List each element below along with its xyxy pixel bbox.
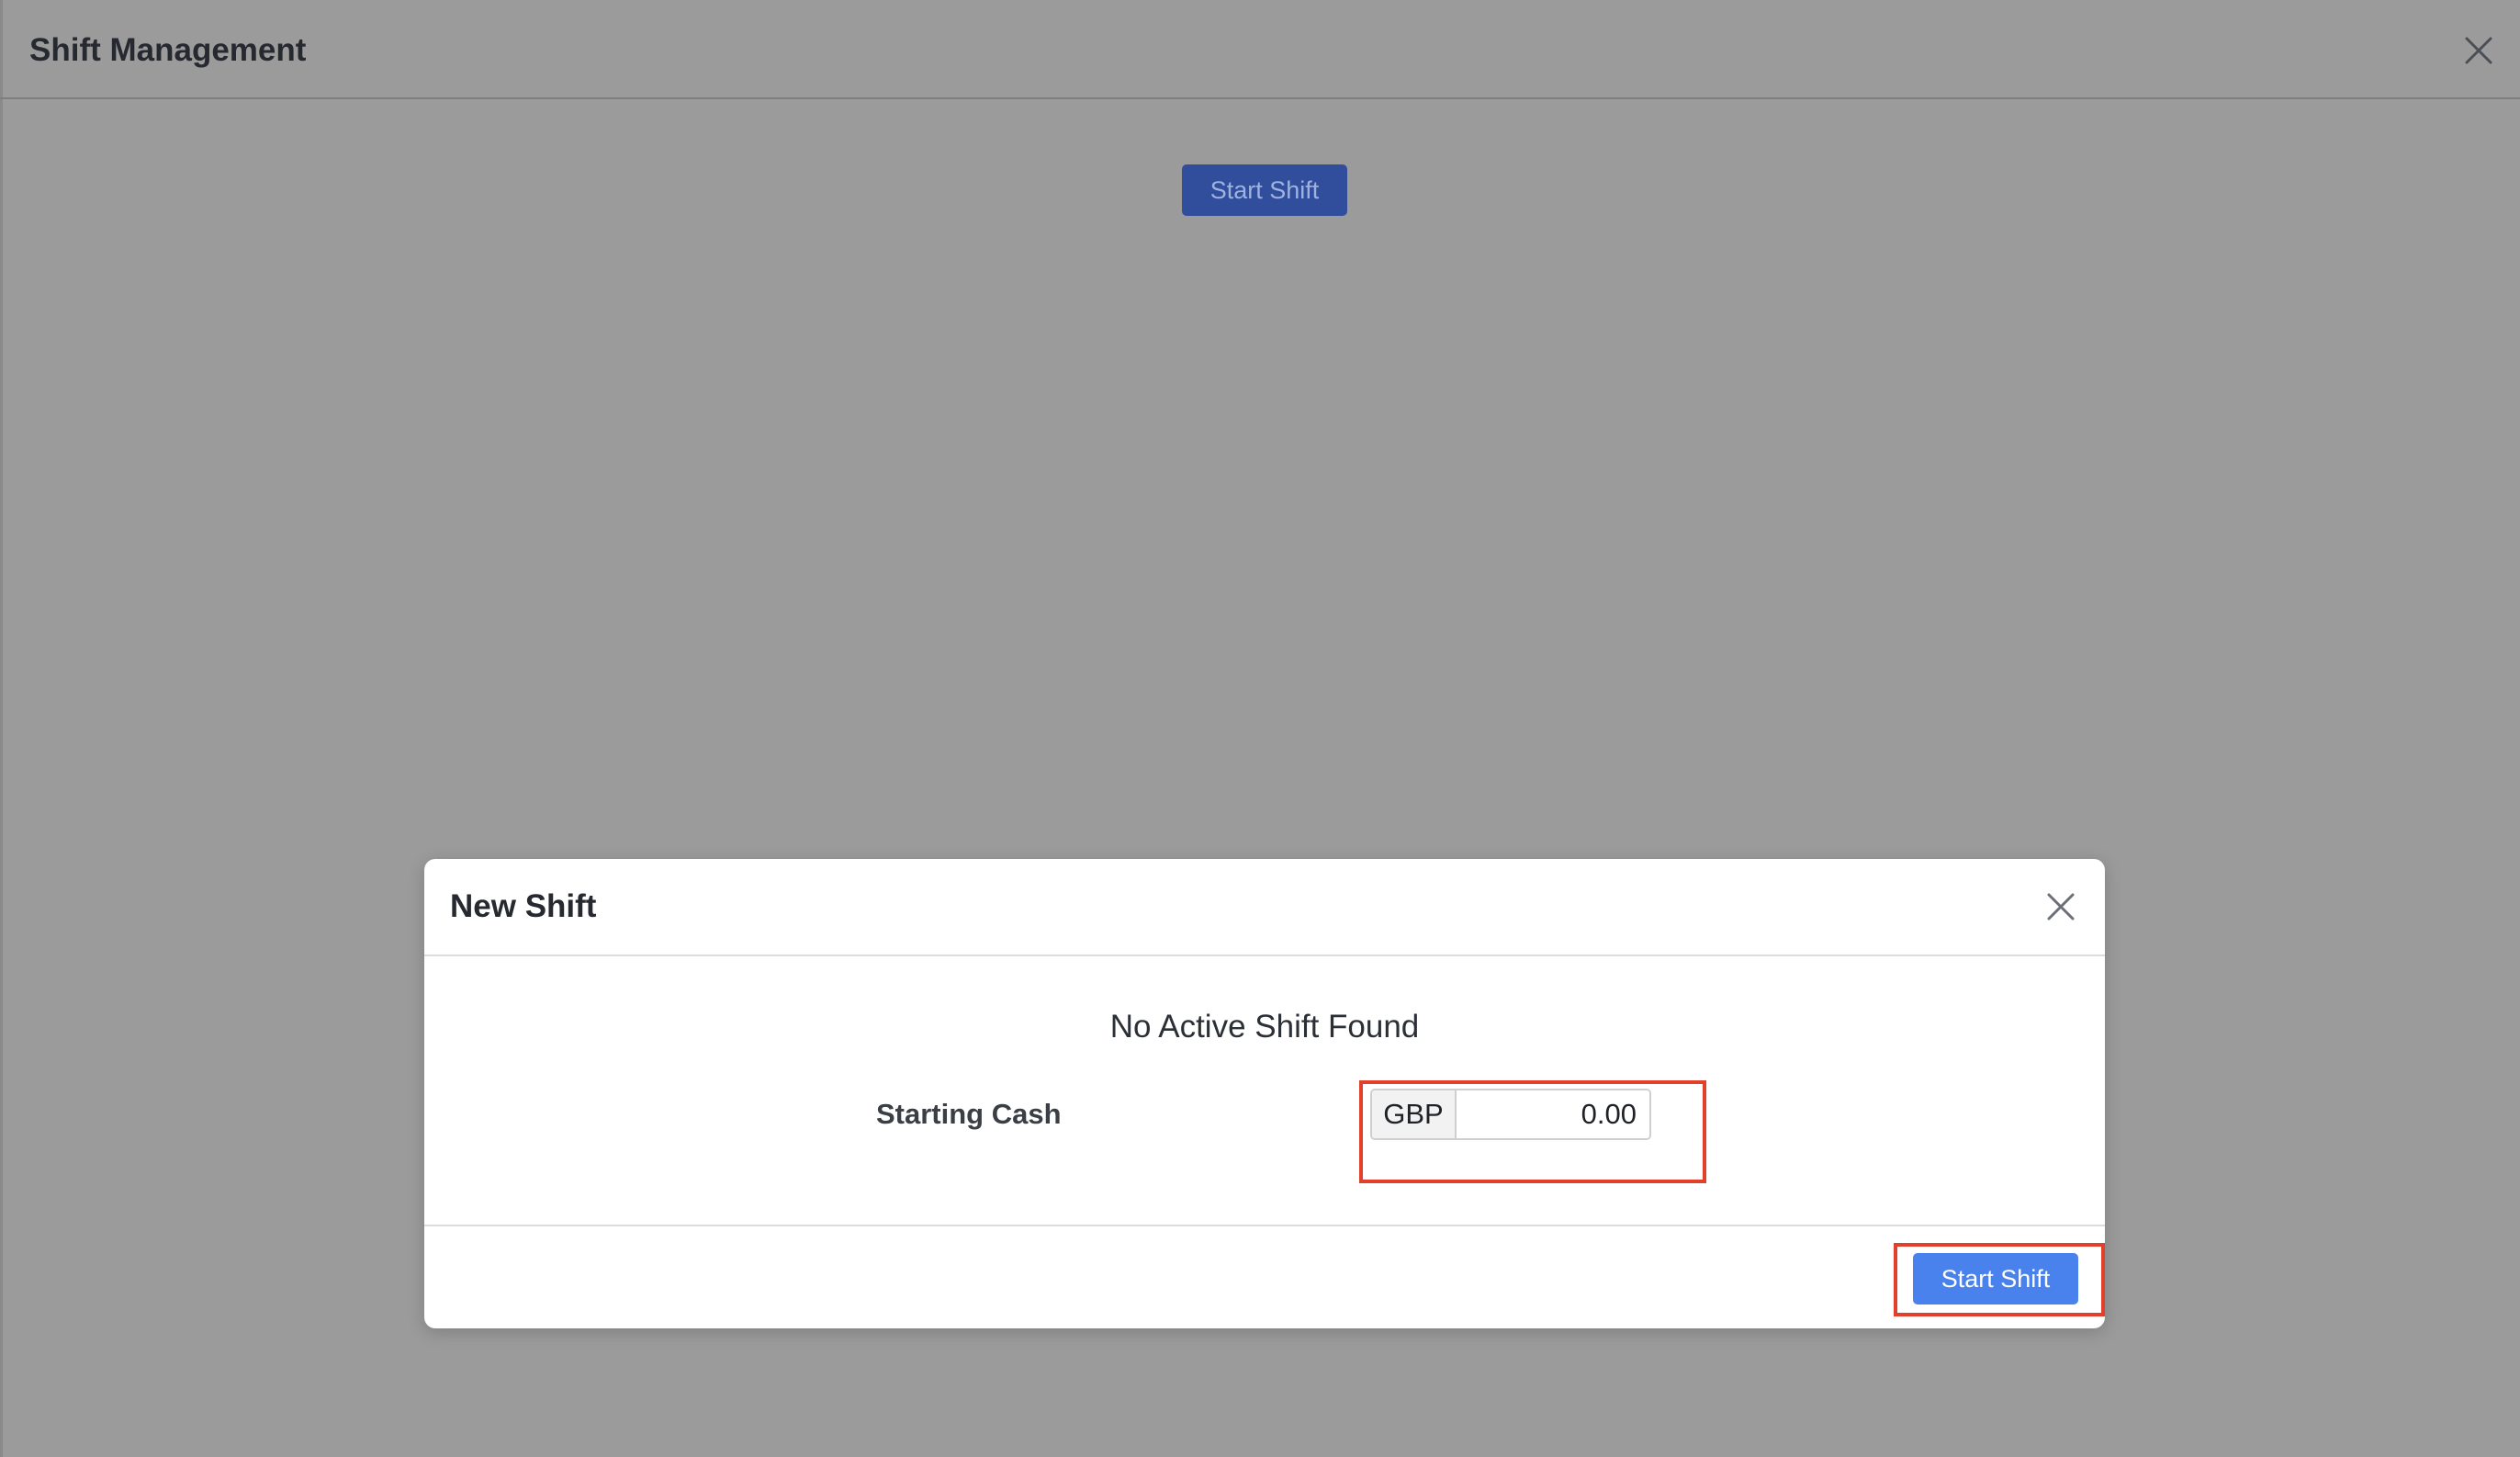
close-icon[interactable] [2044,890,2077,923]
modal-header: New Shift [424,859,2105,956]
start-shift-button[interactable]: Start Shift [1913,1253,2078,1305]
modal-body: No Active Shift Found Starting Cash GBP [424,956,2105,1183]
starting-cash-input-group: GBP [1370,1089,1651,1140]
left-edge-divider [0,0,3,1457]
modal-title: New Shift [450,888,597,924]
currency-addon: GBP [1372,1090,1457,1138]
starting-cash-input[interactable] [1457,1090,1649,1138]
starting-cash-label: Starting Cash [876,1098,1062,1130]
background-header: Shift Management [0,0,2520,99]
modal-footer: Start Shift [424,1225,2105,1328]
new-shift-modal: New Shift No Active Shift Found Starting… [424,859,2105,1328]
start-shift-button-background[interactable]: Start Shift [1182,164,1347,216]
no-active-shift-message: No Active Shift Found [1109,1009,1420,1045]
page-title: Shift Management [29,32,307,68]
close-icon[interactable] [2461,33,2496,68]
